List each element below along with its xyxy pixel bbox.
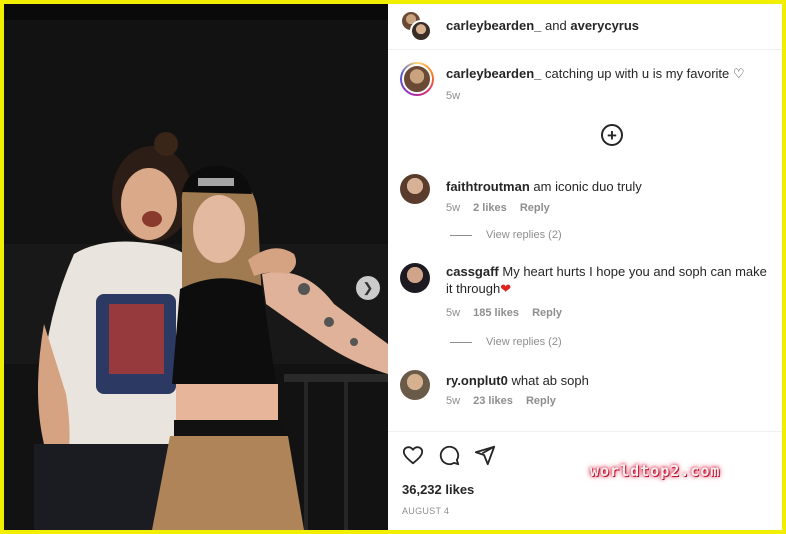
- header-username-2[interactable]: averycyrus: [570, 18, 639, 33]
- photo-illustration: [4, 4, 388, 530]
- header-joiner: and: [545, 18, 567, 33]
- comment-time: 5w: [446, 307, 461, 319]
- post-actions: 36,232 likes AUGUST 4: [388, 431, 782, 531]
- view-replies-button[interactable]: View replies (2): [450, 229, 562, 241]
- comment-time: 5w: [446, 202, 461, 214]
- caption-text-line: carleybearden_ catching up with u is my …: [446, 66, 745, 82]
- caption-timestamp: 5w: [446, 90, 461, 102]
- comment-text-line: cassgaff My heart hurts I hope you and s…: [446, 263, 768, 297]
- comment-text: am iconic duo truly: [533, 179, 642, 194]
- avatar[interactable]: [400, 370, 430, 400]
- comment-username[interactable]: ry.onplut0: [446, 373, 508, 388]
- view-replies-button[interactable]: View replies (2): [450, 336, 562, 348]
- photo-top-band: [4, 4, 388, 20]
- collab-avatars[interactable]: [400, 10, 434, 44]
- next-photo-button[interactable]: ❯: [356, 276, 380, 300]
- post-photo[interactable]: ❯: [4, 4, 388, 530]
- collab-usernames: carleybearden_ and averycyrus: [446, 18, 639, 33]
- comment-text-line: ry.onplut0 what ab soph: [446, 372, 768, 389]
- avatar[interactable]: [400, 174, 430, 204]
- action-icons: [402, 444, 496, 466]
- comment-likes[interactable]: 23 likes: [473, 395, 513, 407]
- chevron-right-icon: ❯: [362, 280, 374, 295]
- reply-button[interactable]: Reply: [520, 202, 550, 214]
- caption-text: catching up with u is my favorite ♡: [545, 66, 745, 81]
- comment-text-line: faithtroutman am iconic duo truly: [446, 178, 768, 195]
- caption-avatar[interactable]: [400, 62, 434, 96]
- plus-circle-icon: +: [607, 125, 617, 145]
- post-date: AUGUST 4: [402, 506, 450, 516]
- divider: [450, 234, 472, 236]
- load-more-comments-button[interactable]: +: [601, 124, 623, 146]
- header-username-1[interactable]: carleybearden_: [446, 18, 541, 33]
- comment-meta: 5w 23 likes Reply: [446, 395, 566, 407]
- comment-time: 5w: [446, 395, 461, 407]
- view-replies-label: View replies (2): [486, 336, 562, 348]
- comment-icon[interactable]: [438, 444, 460, 466]
- comment-likes[interactable]: 185 likes: [473, 307, 519, 319]
- avatar[interactable]: [400, 263, 430, 293]
- site-watermark: worldtop2.com: [590, 462, 721, 480]
- divider: [450, 341, 472, 343]
- heart-emoji: ❤: [500, 281, 512, 296]
- paper-plane-icon[interactable]: [474, 444, 496, 466]
- reply-button[interactable]: Reply: [532, 307, 562, 319]
- view-replies-label: View replies (2): [486, 229, 562, 241]
- comment-username[interactable]: faithtroutman: [446, 179, 530, 194]
- comment-meta: 5w 185 likes Reply: [446, 307, 572, 319]
- heart-icon[interactable]: [402, 444, 424, 466]
- comment-text: what ab soph: [511, 373, 589, 388]
- post-details-panel: carleybearden_ and averycyrus carleybear…: [388, 4, 782, 530]
- comment-username[interactable]: cassgaff: [446, 264, 499, 279]
- post-header: carleybearden_ and averycyrus: [388, 4, 782, 50]
- avatar: [410, 20, 432, 42]
- reply-button[interactable]: Reply: [526, 395, 556, 407]
- likes-count[interactable]: 36,232 likes: [402, 482, 474, 497]
- comment-likes[interactable]: 2 likes: [473, 202, 507, 214]
- comment-meta: 5w 2 likes Reply: [446, 202, 560, 214]
- caption-username[interactable]: carleybearden_: [446, 66, 541, 81]
